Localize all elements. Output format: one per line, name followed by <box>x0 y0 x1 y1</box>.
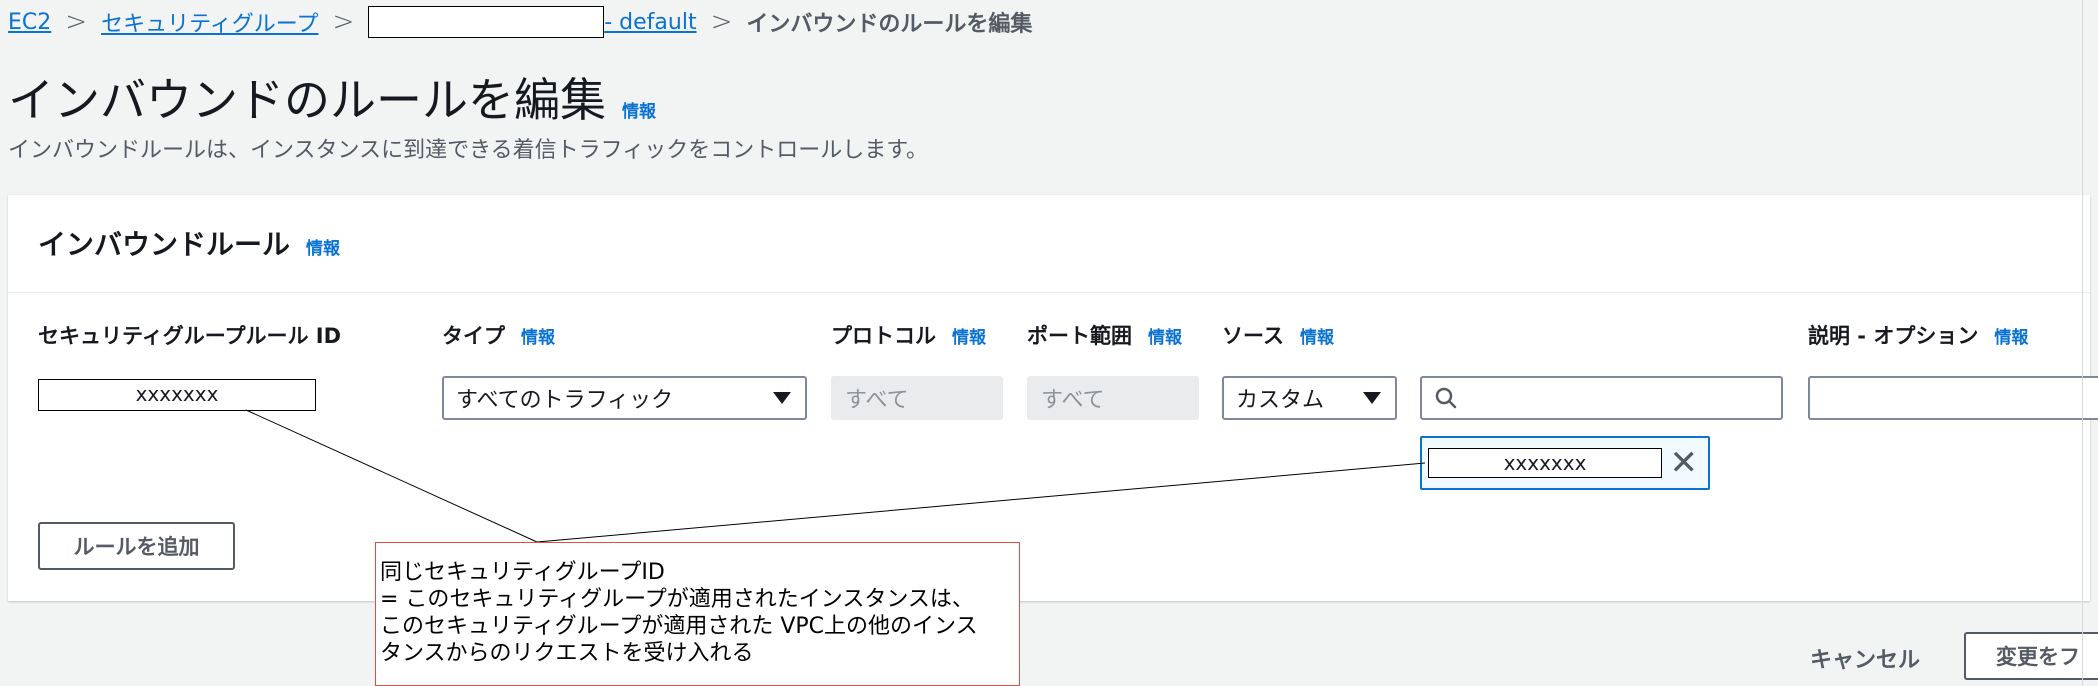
annotation-line-rule-id <box>245 409 538 543</box>
annotation-line-source <box>536 462 1426 543</box>
callout-line-4: タンスからのリクエストを受け入れる <box>380 641 754 666</box>
save-changes-button[interactable]: 変更をフ <box>1964 632 2098 680</box>
callout-line-3: このセキュリティグループが適用された VPC上の他のインス <box>380 614 978 639</box>
callout-line-2: = このセキュリティグループが適用されたインスタンスは、 <box>380 587 974 612</box>
window-edge <box>2082 0 2083 686</box>
cancel-button[interactable]: キャンセル <box>1810 642 1920 674</box>
annotation-callout: 同じセキュリティグループID = このセキュリティグループが適用されたインスタン… <box>375 542 1020 686</box>
annotation-lines <box>245 409 1426 543</box>
callout-line-1: 同じセキュリティグループID <box>380 560 665 585</box>
